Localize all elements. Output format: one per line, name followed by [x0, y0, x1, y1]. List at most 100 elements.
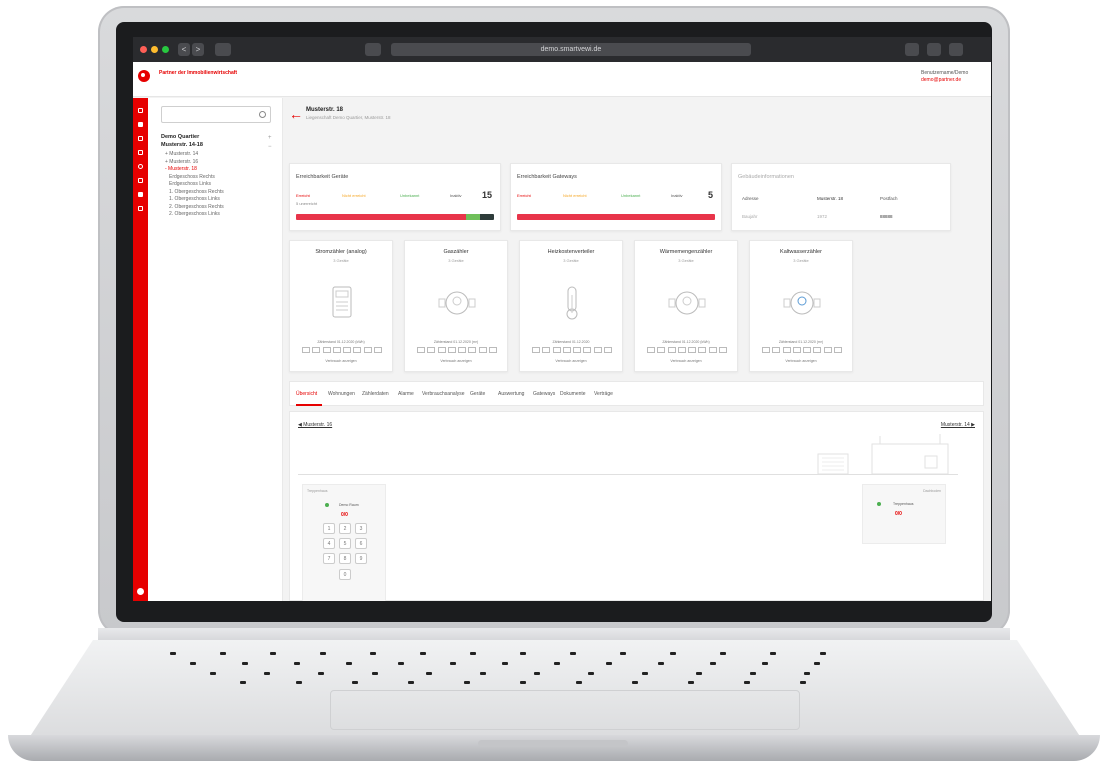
gateway-total: 5	[707, 190, 713, 200]
tab-item[interactable]: Verbrauchsanalyse	[422, 391, 465, 397]
legend-item: Inaktiv	[450, 193, 462, 198]
privacy-icon[interactable]	[365, 43, 381, 56]
tree-item[interactable]: 2. Obergeschoss Links	[169, 211, 220, 217]
meter-card[interactable]: Gaszähler 3 Geräte Zählerstand 01.12.2020 …	[404, 240, 508, 372]
keypad-button[interactable]: 1	[323, 523, 335, 534]
keyboard	[150, 648, 960, 688]
keyboard-key	[688, 681, 694, 684]
tabs-icon[interactable]	[949, 43, 963, 56]
tree-item[interactable]: 1. Obergeschoss Links	[169, 196, 220, 202]
prev-building-link[interactable]: ◀ Musterstr. 16	[298, 422, 332, 428]
back-arrow-icon[interactable]: ←	[289, 107, 303, 121]
maximize-window-button[interactable]	[162, 46, 169, 53]
address-bar[interactable]: demo.smartvewi.de	[391, 43, 751, 56]
building-icon[interactable]	[138, 122, 143, 127]
tree-item[interactable]: + Musterstr. 16	[165, 159, 198, 165]
document-icon[interactable]	[138, 178, 143, 183]
tree-item[interactable]: 2. Obergeschoss Rechts	[169, 204, 224, 210]
forward-button[interactable]: >	[192, 43, 204, 56]
meter-digits	[302, 347, 382, 353]
meter-consumption-link[interactable]: Verbrauch anzeigen	[405, 359, 507, 363]
clock-icon[interactable]	[138, 164, 143, 169]
tab-item[interactable]: Verträge	[594, 391, 613, 397]
keypad-button[interactable]: 7	[323, 553, 335, 564]
help-icon[interactable]	[137, 588, 144, 595]
keyboard-key	[820, 652, 826, 655]
meter-card[interactable]: Heizkostenverteiler 3 Geräte Zählerstand 0…	[519, 240, 623, 372]
card-building-info: Gebäudeinformationen Adresse Musterstr. …	[731, 163, 951, 231]
legend-item: Unbekannt	[621, 193, 641, 198]
ground-line	[298, 474, 958, 475]
tab-item[interactable]: Wohnungen	[328, 391, 355, 397]
tab-item[interactable]: Gateways	[533, 391, 555, 397]
chart-icon[interactable]	[138, 150, 143, 155]
meter-device-count: 3 Geräte	[678, 258, 694, 263]
meter-card[interactable]: Kaltwasserzähler 3 Geräte Zählerstand 01.1…	[749, 240, 853, 372]
electricity-meter-icon	[332, 286, 352, 318]
unit-value: 0/0	[341, 512, 348, 518]
meter-consumption-link[interactable]: Verbrauch anzeigen	[635, 359, 737, 363]
meter-card[interactable]: Wärmemengenzähler 3 Geräte Zählerstand 01.…	[634, 240, 738, 372]
tree-item[interactable]: 1. Obergeschoss Rechts	[169, 189, 224, 195]
search-icon[interactable]	[259, 111, 266, 118]
tab-item[interactable]: Zählerdaten	[362, 391, 389, 397]
tree-item[interactable]: - Musterstr. 18	[165, 166, 197, 172]
back-button[interactable]: <	[178, 43, 190, 56]
close-window-button[interactable]	[140, 46, 147, 53]
tab-item[interactable]: Auswertung	[498, 391, 524, 397]
list-icon[interactable]	[138, 136, 143, 141]
keypad-button[interactable]: 8	[339, 553, 351, 564]
keyboard-key	[240, 681, 246, 684]
next-building-link[interactable]: Musterstr. 14 ▶	[941, 422, 975, 428]
meter-consumption-link[interactable]: Verbrauch anzeigen	[520, 359, 622, 363]
minimize-window-button[interactable]	[151, 46, 158, 53]
keypad-button[interactable]: 6	[355, 538, 367, 549]
tree-item[interactable]: Erdgeschoss Rechts	[169, 174, 215, 180]
tab-item[interactable]: Übersicht	[296, 391, 317, 397]
card-title: Gebäudeinformationen	[738, 174, 794, 180]
meter-device-count: 3 Geräte	[563, 258, 579, 263]
settings-icon[interactable]	[138, 206, 143, 211]
share-icon[interactable]	[927, 43, 941, 56]
info-value-address: Musterstr. 18	[817, 196, 844, 201]
tab-item[interactable]: Alarme	[398, 391, 414, 397]
tree-search-input[interactable]	[161, 106, 271, 123]
thermometer-icon	[566, 286, 578, 320]
building-outline-icon	[817, 434, 949, 475]
sidebar-toggle-icon[interactable]	[215, 43, 231, 56]
tree-item[interactable]: + Musterstr. 14	[165, 151, 198, 157]
meter-device-count: 3 Geräte	[793, 258, 809, 263]
keypad-button[interactable]: 9	[355, 553, 367, 564]
legend-item: Erreicht	[517, 193, 531, 198]
tab-item[interactable]: Dokumente	[560, 391, 586, 397]
download-icon[interactable]	[905, 43, 919, 56]
browser-toolbar: < > demo.smartvewi.de	[133, 37, 991, 62]
expand-icon[interactable]: +	[268, 135, 272, 141]
bar-segment	[480, 214, 494, 220]
tree-item[interactable]: Erdgeschoss Links	[169, 181, 211, 187]
keypad-button[interactable]: 0	[339, 569, 351, 580]
meter-consumption-link[interactable]: Verbrauch anzeigen	[750, 359, 852, 363]
tree-item[interactable]: Musterstr. 14-18	[161, 142, 203, 148]
user-icon[interactable]	[138, 192, 143, 197]
keyboard-key	[744, 681, 750, 684]
tab-item[interactable]: Geräte	[470, 391, 485, 397]
keyboard-key	[720, 652, 726, 655]
keypad-button[interactable]: 5	[339, 538, 351, 549]
meter-consumption-link[interactable]: Verbrauch anzeigen	[290, 359, 392, 363]
device-reachability-bar	[296, 214, 494, 220]
keyboard-key	[242, 662, 248, 665]
home-icon[interactable]	[138, 108, 143, 113]
keypad-button[interactable]: 2	[339, 523, 351, 534]
keypad-button[interactable]: 4	[323, 538, 335, 549]
meter-reading-label: Zählerstand 01.12.2020 (kWh)	[662, 340, 710, 344]
meter-card[interactable]: Stromzähler (analog) 3 Geräte Zählerstand …	[289, 240, 393, 372]
vodafone-logo[interactable]	[138, 70, 150, 82]
keyboard-key	[480, 672, 486, 675]
tree-item[interactable]: Demo Quartier	[161, 134, 199, 140]
keyboard-key	[502, 662, 508, 665]
user-menu[interactable]: Benutzername/Demo demo@partner.de	[921, 70, 981, 84]
collapse-icon[interactable]: −	[268, 144, 272, 150]
keypad-button[interactable]: 3	[355, 523, 367, 534]
card-title: Erreichbarkeit Gateways	[517, 174, 577, 180]
